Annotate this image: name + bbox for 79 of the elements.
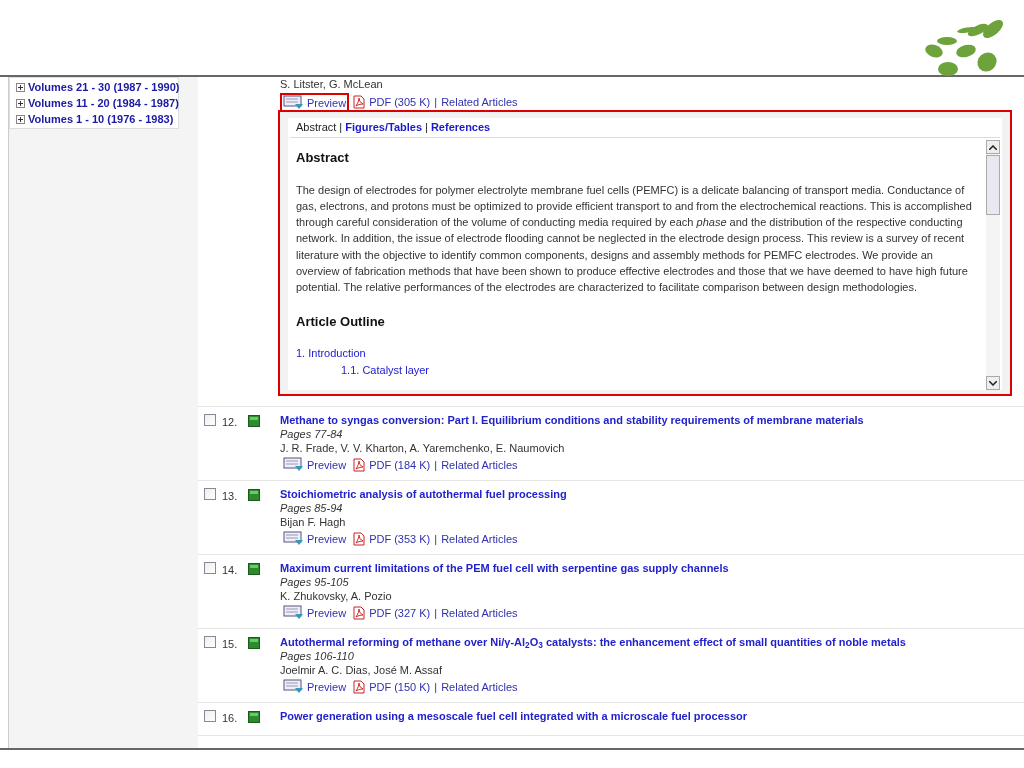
expand-icon[interactable]	[16, 82, 25, 92]
document-icon	[248, 563, 260, 575]
related-articles-link[interactable]: Related Articles	[441, 457, 518, 472]
separator: |	[434, 605, 438, 620]
checkbox[interactable]	[204, 488, 216, 500]
article-authors: Bijan F. Hagh	[280, 515, 347, 529]
pdf-link[interactable]: PDF (353 K)	[369, 531, 431, 546]
scroll-up-icon[interactable]	[989, 144, 997, 150]
pdf-icon	[353, 679, 366, 694]
article-title[interactable]: Power generation using a mesoscale fuel cell integrated with a microscale fuel processor	[280, 709, 1014, 723]
separator: |	[339, 120, 343, 136]
abstract-heading: Abstract	[296, 149, 350, 167]
related-articles-link[interactable]: Related Articles	[441, 531, 518, 546]
pdf-link[interactable]: PDF (184 K)	[369, 457, 431, 472]
panel-tab[interactable]: References	[430, 119, 491, 136]
article-title[interactable]: Stoichiometric analysis of autothermal fuel processing	[280, 487, 1014, 501]
pdf-link[interactable]: PDF (305 K)	[369, 94, 431, 109]
volume-link[interactable]: Volumes 21 - 30 (1987 - 1990)	[28, 78, 180, 96]
related-articles-link[interactable]: Related Articles	[441, 605, 518, 620]
article-title[interactable]: Maximum current limitations of the PEM fuel cell with serpentine gas supply channels	[280, 561, 1014, 575]
separator: |	[434, 457, 438, 472]
preview-icon	[283, 457, 305, 472]
preview-icon	[283, 95, 305, 110]
article-number: 12.	[222, 415, 239, 430]
checkbox[interactable]	[204, 562, 216, 574]
expand-icon[interactable]	[16, 114, 25, 124]
logo-icon	[924, 20, 1004, 76]
related-articles-link[interactable]: Related Articles	[441, 679, 518, 694]
checkbox[interactable]	[204, 710, 216, 722]
article-authors: J. R. Frade, V. V. Kharton, A. Yaremchenko, E. Naumovich	[280, 441, 566, 455]
article-title[interactable]: Methane to syngas conversion: Part I. Equilibrium conditions and stability requirements of membrane materials	[280, 413, 1014, 427]
preview-icon	[283, 605, 305, 620]
article-number: 16.	[222, 711, 239, 726]
volume-link[interactable]: Volumes 11 - 20 (1984 - 1987)	[28, 94, 179, 112]
separator: |	[434, 94, 438, 109]
separator: |	[434, 531, 438, 546]
article-authors: K. Zhukovsky, A. Pozio	[280, 589, 393, 603]
abstract-text: The design of electrodes for polymer electrolyte membrane fuel cells (PEMFC) is a delicate balancing of transport media. Conductance of gas, electrons, and protons must be optimized to provide efficient transport to and from the electrochemical reactions. This is accomplished through careful consideration of the volume of conducting media required by each phase and the distribution of the respective conducting network. In addition, the issue of electrode flooding cannot be neglected in the electrode design process. This review is a survey of recent literature with the objective to identify common components, designs and assembly methods for PEMFC electrodes. We provide an overview of fabrication methods that have been shown to produce effective electrodes and those that we have deemed to have high future potential. The relative performances of the electrodes are characterized to facilitate comparison between design methodologies.	[296, 182, 973, 296]
expand-icon[interactable]	[16, 98, 25, 108]
outline-heading: Article Outline	[296, 312, 386, 331]
preview-icon	[283, 679, 305, 694]
scroll-down-icon[interactable]	[989, 380, 997, 386]
pdf-icon	[353, 605, 366, 620]
outline-link[interactable]: 1.1. Catalyst layer	[296, 362, 978, 380]
separator: |	[434, 679, 438, 694]
volume-link[interactable]: Volumes 1 - 10 (1976 - 1983)	[28, 110, 174, 128]
article-pages: Pages 85-94	[280, 501, 344, 515]
pdf-icon	[353, 457, 366, 472]
preview-link[interactable]: Preview	[280, 457, 350, 472]
scrollbar[interactable]	[986, 140, 1000, 390]
article-pages: Pages 95-105	[280, 575, 350, 589]
preview-link[interactable]: Preview	[280, 605, 350, 620]
pdf-link[interactable]: PDF (327 K)	[369, 605, 431, 620]
pdf-icon	[353, 531, 366, 546]
article-number: 13.	[222, 489, 239, 504]
outline-link[interactable]: 1. Introduction	[296, 345, 978, 363]
document-icon	[248, 489, 260, 501]
panel-tab[interactable]: Figures/Tables	[345, 119, 423, 136]
pdf-icon	[353, 94, 366, 109]
scroll-thumb[interactable]	[986, 155, 1000, 215]
pdf-link[interactable]: PDF (150 K)	[369, 679, 431, 694]
document-icon	[248, 711, 260, 723]
preview-link[interactable]: Preview	[280, 531, 350, 546]
separator: |	[425, 120, 428, 136]
article-authors: S. Litster, G. McLean	[280, 77, 384, 91]
document-icon	[248, 637, 260, 649]
article-authors: Joelmir A. C. Dias, José M. Assaf	[280, 663, 443, 677]
checkbox[interactable]	[204, 414, 216, 426]
article-number: 14.	[222, 563, 239, 578]
preview-icon	[283, 531, 305, 546]
article-number: 15.	[222, 637, 239, 652]
article-pages: Pages 77-84	[280, 427, 344, 441]
document-icon	[248, 415, 260, 427]
checkbox[interactable]	[204, 636, 216, 648]
article-pages: Pages 106-110	[280, 649, 355, 663]
panel-tab[interactable]: Abstract	[296, 119, 337, 136]
preview-link[interactable]: Preview	[280, 679, 350, 694]
related-articles-link[interactable]: Related Articles	[441, 94, 518, 109]
article-title[interactable]: Autothermal reforming of methane over Ni/γ-Al$_{2}$O$_{3}$ catalysts: the enhancement effect of small quantities of noble metals	[280, 635, 1014, 649]
